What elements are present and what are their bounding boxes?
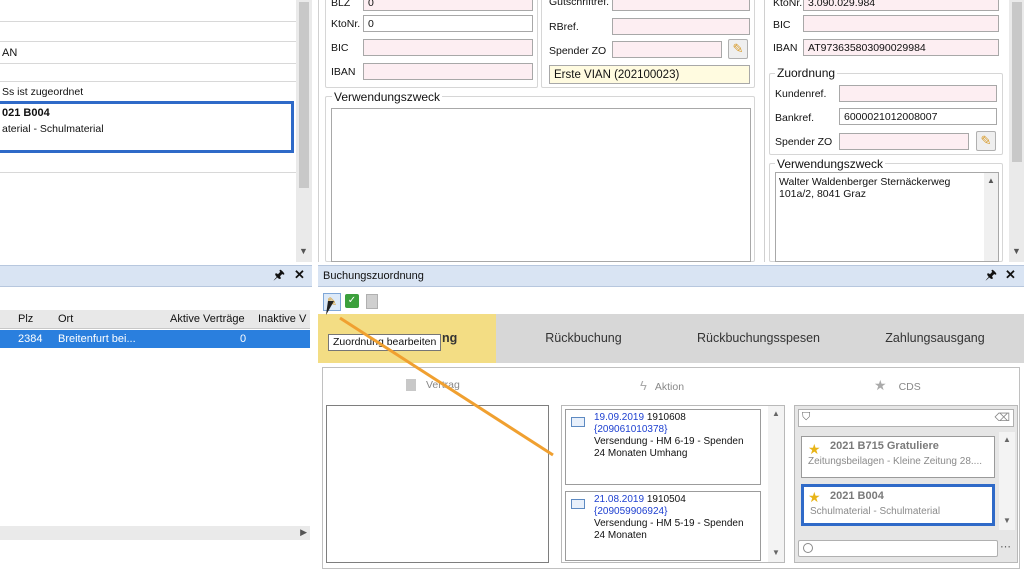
annotation-line xyxy=(339,316,554,457)
annotation-arrow xyxy=(339,316,554,457)
